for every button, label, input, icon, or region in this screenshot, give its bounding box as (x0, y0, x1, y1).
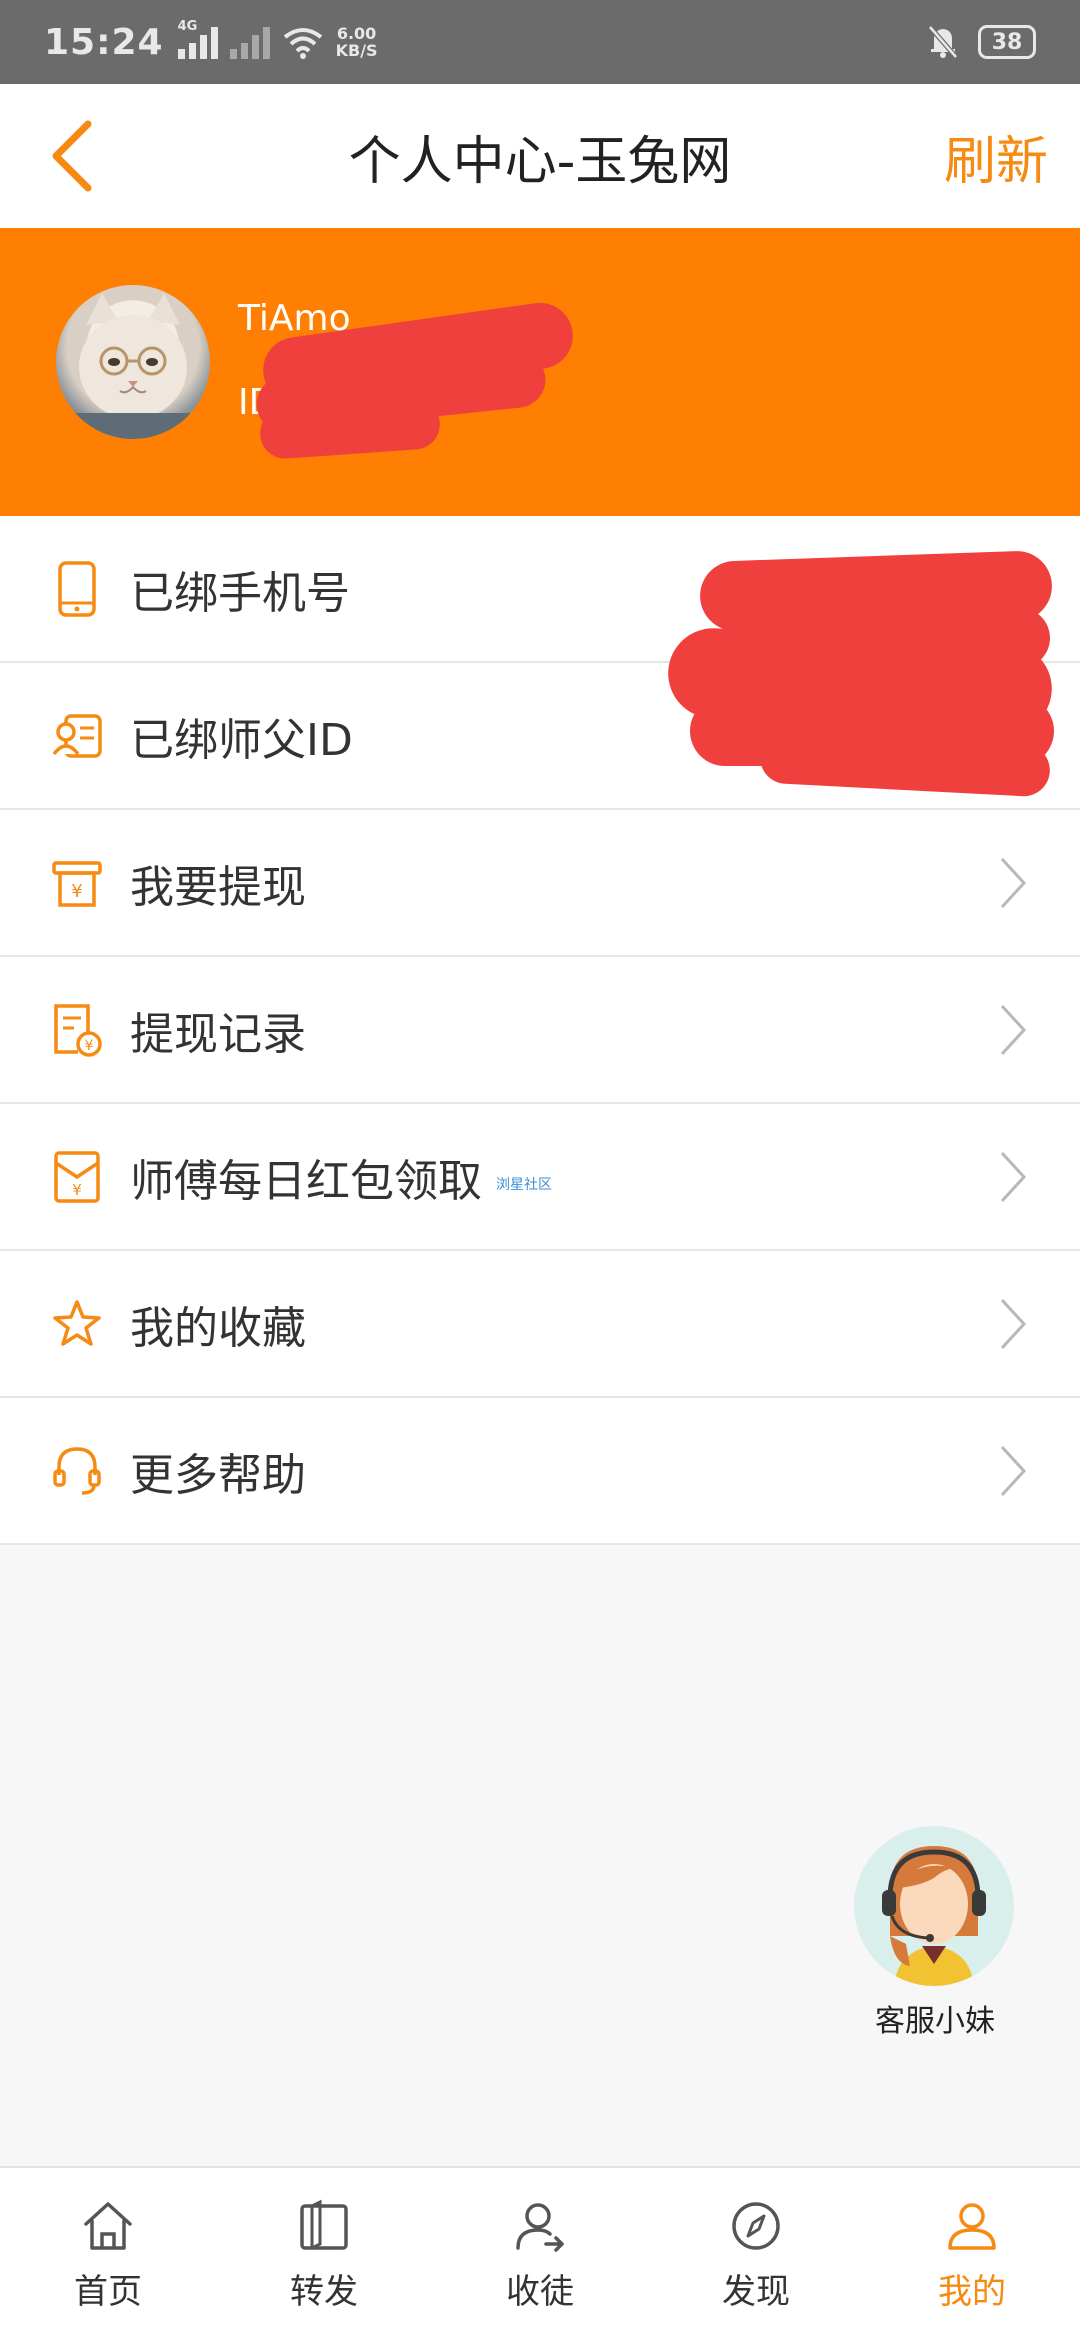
customer-service-float[interactable]: 客服小妹 (854, 1826, 1016, 2040)
menu-item-withdraw[interactable]: ¥ 我要提现 (0, 810, 1080, 957)
community-tag: 浏星社区 (496, 1176, 552, 1193)
refresh-button[interactable]: 刷新 (944, 119, 1048, 194)
contact-card-icon (52, 713, 102, 758)
tab-label: 我的 (938, 2272, 1006, 2312)
menu-item-withdraw-records[interactable]: ¥ 提现记录 (0, 957, 1080, 1104)
star-icon (53, 1299, 101, 1346)
avatar[interactable] (56, 285, 210, 439)
menu-item-label: 我要提现 (130, 861, 306, 913)
chevron-right-icon (1000, 1151, 1027, 1202)
wifi-icon (283, 28, 322, 59)
share-book-icon (300, 2199, 348, 2250)
tab-mine[interactable]: 我的 (864, 2168, 1080, 2340)
menu-item-favorites[interactable]: 我的收藏 (0, 1251, 1080, 1398)
menu-item-more-help[interactable]: 更多帮助 (0, 1398, 1080, 1545)
menu-item-label: 更多帮助 (130, 1449, 306, 1501)
signal-icon: 4G (177, 19, 218, 59)
network-type: 4G (177, 19, 198, 34)
profile-banner: TiAmo ID (0, 228, 1080, 516)
headset-icon (53, 1446, 101, 1495)
tab-label: 首页 (74, 2272, 142, 2312)
tab-share[interactable]: 转发 (216, 2168, 432, 2340)
mute-bell-icon (928, 25, 958, 59)
net-speed: 6.00 KB/S (336, 25, 378, 59)
menu-item-label: 我的收藏 (130, 1302, 306, 1354)
compass-icon (732, 2202, 780, 2250)
status-bar: 15:24 4G 6.00 KB/S 38 (0, 0, 1080, 84)
menu-list: 已绑手机号 已绑师父ID ¥ 我要提现 ¥ 提现记录 ¥ 师傅每日红包领取 浏星… (0, 516, 1080, 1545)
signal-2-icon (229, 25, 270, 59)
svg-text:¥: ¥ (71, 881, 82, 902)
profile-icon (948, 2203, 996, 2250)
service-agent-avatar (854, 1826, 1014, 1986)
net-speed-unit: KB/S (335, 41, 378, 60)
menu-item-label: 已绑手机号 (130, 567, 350, 619)
menu-item-label: 提现记录 (130, 1008, 306, 1060)
home-icon (84, 2202, 132, 2250)
service-label: 客服小妹 (875, 2004, 995, 2039)
chevron-right-icon (1000, 857, 1027, 908)
tab-label: 收徒 (506, 2272, 574, 2312)
tab-recruit[interactable]: 收徒 (432, 2168, 648, 2340)
chevron-right-icon (1000, 1298, 1027, 1349)
chevron-right-icon (1000, 1004, 1027, 1055)
svg-text:¥: ¥ (85, 1038, 94, 1054)
tab-home[interactable]: 首页 (0, 2168, 216, 2340)
back-arrow-icon[interactable] (44, 118, 104, 194)
record-icon: ¥ (54, 1003, 102, 1057)
battery-indicator: 38 (978, 25, 1036, 59)
tab-discover[interactable]: 发现 (648, 2168, 864, 2340)
add-user-icon (516, 2203, 564, 2252)
menu-item-daily-red-envelope[interactable]: ¥ 师傅每日红包领取 浏星社区 (0, 1104, 1080, 1251)
phone-icon (58, 560, 96, 617)
tab-label: 发现 (722, 2272, 790, 2312)
chevron-right-icon (1000, 1445, 1027, 1496)
red-envelope-icon: ¥ (54, 1150, 100, 1203)
svg-text:¥: ¥ (72, 1181, 82, 1199)
page-title: 个人中心-玉兔网 (348, 131, 732, 192)
title-bar: 个人中心-玉兔网 刷新 (0, 84, 1080, 228)
status-time: 15:24 (44, 21, 164, 63)
net-speed-value: 6.00 (336, 24, 377, 43)
bottom-nav: 首页 转发 收徒 发现 我的 (0, 2166, 1080, 2340)
tab-label: 转发 (290, 2272, 358, 2312)
withdraw-icon: ¥ (52, 860, 102, 907)
menu-item-label: 已绑师父ID (130, 714, 353, 766)
menu-item-text: 师傅每日红包领取 (130, 1155, 482, 1207)
menu-item-label: 师傅每日红包领取 浏星社区 (130, 1145, 552, 1209)
